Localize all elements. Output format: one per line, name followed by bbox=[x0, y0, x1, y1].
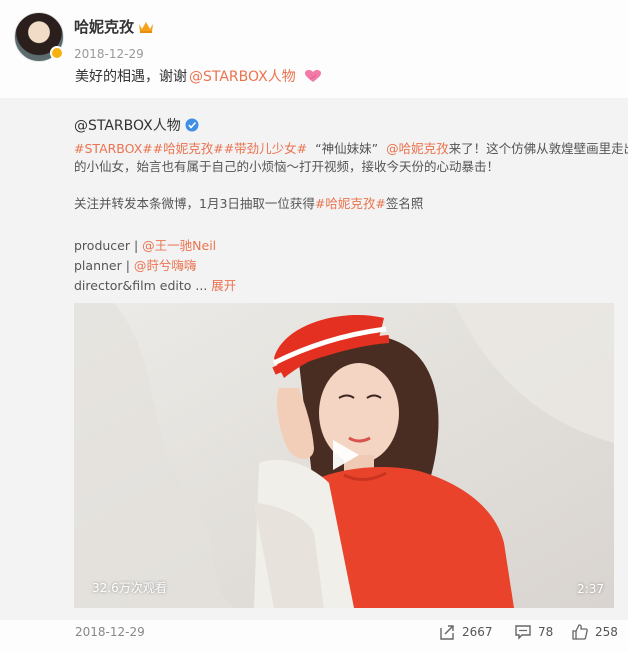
line3-prefix: 关注并转发本条微博，1月3日抽取一位获得 bbox=[74, 196, 315, 211]
avatar[interactable] bbox=[14, 12, 64, 62]
repost-count: 2667 bbox=[462, 625, 493, 639]
post-date[interactable]: 2018-12-29 bbox=[74, 47, 154, 61]
comment-button[interactable]: 78 bbox=[514, 623, 553, 641]
video-player[interactable]: 32.6万次观看 2:37 bbox=[74, 303, 614, 608]
verified-badge-icon bbox=[50, 46, 64, 60]
heart-icon bbox=[304, 70, 321, 82]
planner-label: planner | bbox=[74, 258, 134, 273]
expand-link[interactable]: 展开 bbox=[211, 278, 236, 293]
producer-label: producer | bbox=[74, 238, 143, 253]
quote-text: “神仙妹妹” bbox=[315, 141, 379, 156]
repost-header: @STARBOX人物 bbox=[74, 115, 199, 135]
post-text: 美好的相遇，谢谢 @STARBOX人物 bbox=[75, 66, 322, 86]
like-count: 258 bbox=[595, 625, 618, 639]
hashtag-daijinr-shaonv[interactable]: #带劲儿少女# bbox=[224, 141, 307, 156]
line1-text: 来了！这个仿佛从敦煌壁画里走出来 bbox=[448, 141, 628, 156]
footer-date[interactable]: 2018-12-29 bbox=[75, 625, 145, 639]
repost-button[interactable]: 2667 bbox=[438, 623, 493, 641]
director-label: director&film edito ... bbox=[74, 278, 208, 293]
like-icon bbox=[572, 624, 588, 640]
credit-producer: producer | @王一驰Neil bbox=[74, 235, 216, 254]
post-header: 哈妮克孜 2018-12-29 bbox=[14, 12, 154, 62]
name-row: 哈妮克孜 bbox=[74, 16, 154, 37]
credit-director: director&film edito ... 展开 bbox=[74, 275, 236, 294]
video-duration: 2:37 bbox=[577, 582, 604, 596]
hashtag-hanikezi[interactable]: #哈妮克孜# bbox=[153, 141, 224, 156]
line3-suffix: 签名照 bbox=[385, 196, 424, 211]
hashtag-hanikezi-2[interactable]: #哈妮克孜# bbox=[315, 196, 386, 211]
video-view-count: 32.6万次观看 bbox=[92, 581, 167, 595]
repost-line-1: #STARBOX##哈妮克孜##带劲儿少女# “神仙妹妹” @哈妮克孜来了！这个仿佛… bbox=[74, 138, 628, 157]
comment-icon bbox=[515, 625, 531, 640]
verified-icon bbox=[185, 118, 199, 132]
reposted-weibo: @STARBOX人物 #STARBOX##哈妮克孜##带劲儿少女# “神仙妹妹” @… bbox=[0, 98, 628, 620]
mention-hanikezi[interactable]: @哈妮克孜 bbox=[386, 141, 449, 156]
repost-author-link[interactable]: @STARBOX人物 bbox=[74, 115, 181, 135]
post-footer: 2018-12-29 2667 78 258 bbox=[0, 620, 628, 652]
hashtag-starbox[interactable]: #STARBOX# bbox=[74, 141, 153, 156]
play-icon[interactable] bbox=[323, 434, 365, 476]
repost-line-3: 关注并转发本条微博，1月3日抽取一位获得#哈妮克孜#签名照 bbox=[74, 193, 423, 212]
planner-link[interactable]: @莳兮嗨嗨 bbox=[134, 258, 197, 273]
post-text-prefix: 美好的相遇，谢谢 bbox=[75, 69, 187, 85]
repost-line-2: 的小仙女，始言也有属于自己的小烦恼～打开视频，接收今天份的心动暴击！ bbox=[74, 159, 500, 174]
weibo-post-card: 哈妮克孜 2018-12-29 美好的相遇，谢谢 @STARBOX人物 @STA… bbox=[0, 0, 628, 652]
crown-icon bbox=[139, 21, 154, 33]
share-icon bbox=[440, 625, 454, 640]
username[interactable]: 哈妮克孜 bbox=[74, 16, 134, 37]
credit-planner: planner | @莳兮嗨嗨 bbox=[74, 255, 196, 274]
producer-link[interactable]: @王一驰Neil bbox=[142, 238, 216, 253]
header-text: 哈妮克孜 2018-12-29 bbox=[74, 12, 154, 61]
comment-count: 78 bbox=[538, 625, 554, 639]
like-button[interactable]: 258 bbox=[571, 623, 618, 641]
post-mention-link[interactable]: @STARBOX人物 bbox=[189, 66, 296, 86]
